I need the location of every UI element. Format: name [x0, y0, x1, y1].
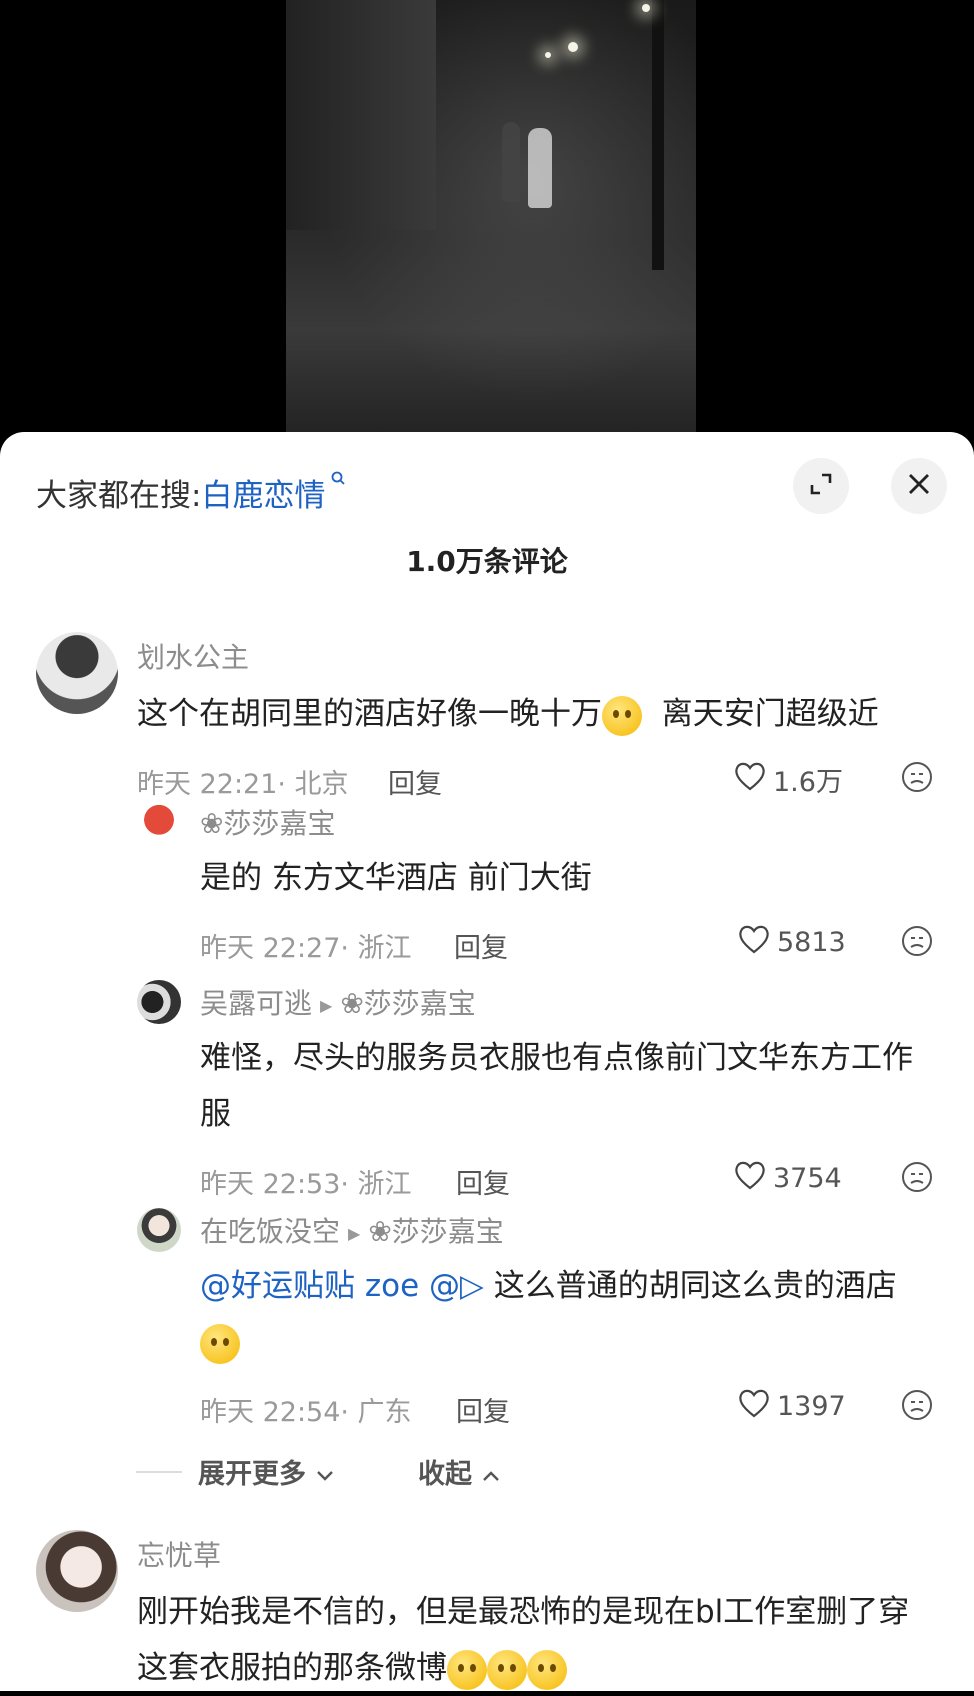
- expand-more-button[interactable]: 展开更多: [198, 1452, 335, 1491]
- dislike-button[interactable]: [900, 760, 934, 798]
- dizzy-smile-emoji-icon: [447, 1649, 487, 1690]
- dislike-button[interactable]: [900, 1388, 934, 1426]
- reply-button[interactable]: 回复: [456, 1390, 510, 1429]
- comment-text-part: 这么普通的胡同这么贵的酒店: [493, 1268, 897, 1304]
- avatar[interactable]: [36, 1530, 118, 1612]
- frown-face-icon: [900, 1390, 934, 1426]
- expand-icon: [808, 471, 834, 501]
- like-button[interactable]: 5813: [737, 924, 846, 961]
- comment-text: 这个在胡同里的酒店好像一晚十万 离天安门超级近: [137, 686, 947, 742]
- mention-link[interactable]: @好运贴贴 zoe @▷: [200, 1268, 484, 1304]
- dizzy-smile-emoji-icon: [527, 1649, 567, 1690]
- like-button[interactable]: 1.6万: [733, 760, 843, 799]
- username[interactable]: 吴露可逃 ▶ ❀莎莎嘉宝: [200, 982, 476, 1022]
- frown-face-icon: [900, 926, 934, 962]
- search-icon: [325, 471, 347, 495]
- username[interactable]: ❀莎莎嘉宝: [200, 802, 335, 842]
- heart-icon: [733, 1160, 767, 1197]
- frown-face-icon: [900, 1162, 934, 1198]
- crying-laughing-emoji-icon: [602, 695, 642, 736]
- reply-target[interactable]: ❀莎莎嘉宝: [368, 1215, 503, 1248]
- heart-icon: [737, 924, 771, 961]
- comment-meta: 昨天 22:53· 浙江: [200, 1169, 412, 1200]
- like-count: 1397: [777, 1391, 846, 1422]
- collapse-label: 收起: [418, 1459, 472, 1490]
- dizzy-smile-emoji-icon: [487, 1649, 527, 1690]
- comment-sheet: 大家都在搜:白鹿恋情 1.0万条评论 划水公主 这个在胡同里的酒店好像一晚十万 …: [0, 432, 974, 1691]
- comment-text: 难怪，尽头的服务员衣服也有点像前门文华东方工作服: [200, 1040, 913, 1132]
- heart-icon: [733, 761, 767, 798]
- expand-button[interactable]: [793, 458, 849, 514]
- reply-arrow-icon: ▶: [320, 995, 333, 1015]
- reply-author[interactable]: 吴露可逃: [200, 987, 312, 1020]
- comment-count: 1.0万条评论: [406, 545, 568, 578]
- video-person: [528, 128, 552, 208]
- username[interactable]: 在吃饭没空 ▶ ❀莎莎嘉宝: [200, 1210, 504, 1250]
- close-icon: [907, 472, 931, 500]
- comment-meta: 昨天 22:27· 浙江: [200, 933, 412, 964]
- reply-button[interactable]: 回复: [456, 1162, 510, 1201]
- dislike-button[interactable]: [900, 924, 934, 962]
- dizzy-smile-emoji-icon: [200, 1323, 240, 1364]
- street-lamp: [568, 42, 578, 52]
- username[interactable]: 忘忧草: [137, 1534, 221, 1574]
- like-button[interactable]: 1397: [737, 1388, 846, 1425]
- comment-text: 刚开始我是不信的，但是最恐怖的是现在bl工作室删了穿这套衣服拍的那条微博: [137, 1584, 937, 1696]
- video-wall: [286, 0, 436, 230]
- street-lamp: [642, 4, 650, 12]
- video-player[interactable]: [0, 0, 974, 440]
- close-button[interactable]: [891, 458, 947, 514]
- chevron-down-icon: [315, 1459, 335, 1490]
- reply-arrow-icon: ▶: [348, 1223, 361, 1243]
- reply-author[interactable]: 在吃饭没空: [200, 1215, 340, 1248]
- comment-text: 是的 东方文华酒店 前门大街: [200, 860, 592, 896]
- reply-button[interactable]: 回复: [454, 926, 508, 965]
- like-count: 5813: [777, 927, 846, 958]
- trending-search[interactable]: 大家都在搜:白鹿恋情: [36, 470, 347, 515]
- collapse-button[interactable]: 收起: [418, 1452, 501, 1491]
- expand-more-label: 展开更多: [198, 1459, 306, 1490]
- like-button[interactable]: 3754: [733, 1160, 842, 1197]
- comment-meta: 昨天 22:54· 广东: [200, 1397, 412, 1428]
- heart-icon: [737, 1388, 771, 1425]
- like-count: 3754: [773, 1163, 842, 1194]
- street-lamp: [545, 52, 551, 58]
- like-count: 1.6万: [773, 767, 843, 798]
- dislike-button[interactable]: [900, 1160, 934, 1198]
- avatar[interactable]: [137, 980, 181, 1024]
- reply-target[interactable]: ❀莎莎嘉宝: [340, 987, 475, 1020]
- trending-prefix: 大家都在搜:: [36, 478, 202, 514]
- comment-text-part: 这个在胡同里的酒店好像一晚十万: [137, 696, 602, 732]
- chevron-up-icon: [481, 1459, 501, 1490]
- comment-meta: 昨天 22:21· 北京: [137, 769, 349, 800]
- video-person: [502, 122, 520, 202]
- video-pole: [652, 0, 664, 270]
- frown-face-icon: [900, 762, 934, 798]
- divider: [136, 1471, 182, 1473]
- comment-text: @好运贴贴 zoe @▷ 这么普通的胡同这么贵的酒店: [200, 1258, 940, 1370]
- avatar[interactable]: [36, 632, 118, 714]
- reply-button[interactable]: 回复: [388, 762, 442, 801]
- username[interactable]: 划水公主: [137, 636, 249, 676]
- avatar[interactable]: [137, 1208, 181, 1252]
- comment-text-part: 离天安门超级近: [661, 696, 879, 732]
- avatar[interactable]: [137, 800, 181, 844]
- trending-term[interactable]: 白鹿恋情: [201, 478, 325, 514]
